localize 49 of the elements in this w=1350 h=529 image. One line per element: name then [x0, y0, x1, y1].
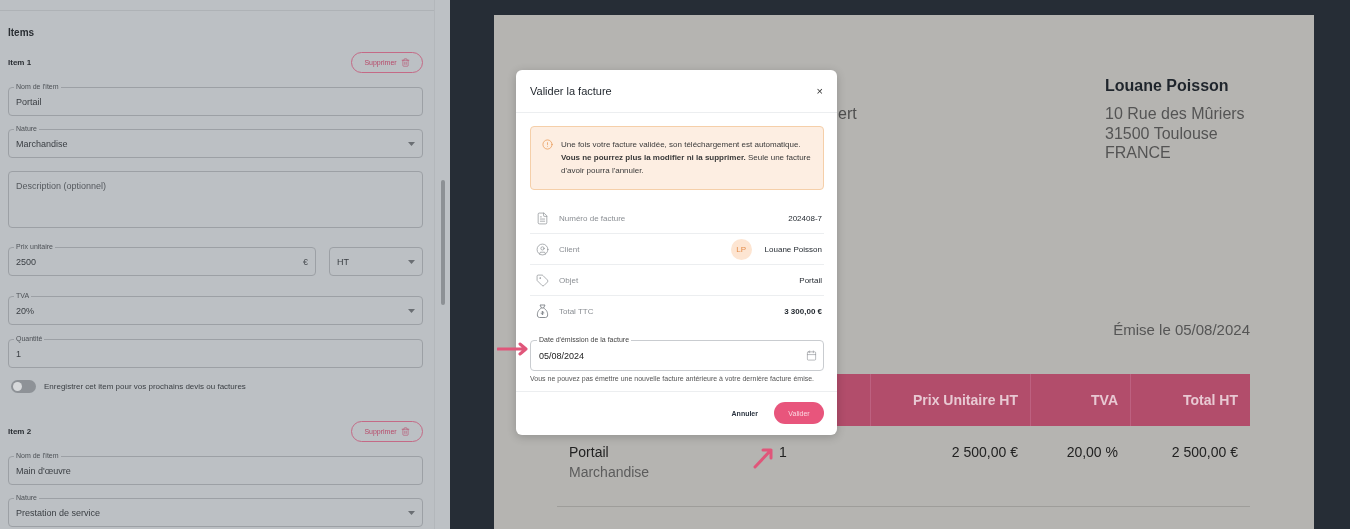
close-button[interactable]: × — [816, 85, 823, 97]
toggle-label: Enregistrer cet item pour vos prochains devis ou factures — [44, 382, 246, 391]
column-header: TVA — [1030, 373, 1130, 426]
item-title: Item 1 — [8, 58, 32, 67]
user-icon — [536, 242, 549, 256]
detail-value: 202408-7 — [788, 213, 822, 223]
section-title: Items — [8, 27, 36, 38]
item-name: Portail — [569, 443, 610, 460]
trash-icon — [400, 427, 410, 436]
caret-icon — [408, 308, 416, 313]
scrollbar-thumb[interactable] — [440, 180, 445, 305]
caret-icon — [408, 141, 416, 146]
detail-label: Client — [559, 244, 581, 254]
client-name: Louane Poisson — [1105, 77, 1230, 95]
toggle-switch[interactable] — [11, 380, 36, 393]
sender-text: ert — [838, 105, 857, 124]
detail-label: Total TTC — [559, 306, 595, 316]
detail-label: Objet — [559, 275, 580, 285]
document-icon — [536, 211, 549, 225]
issue-date: Émise le 05/08/2024 — [1113, 320, 1250, 338]
unit-select[interactable]: HT — [329, 247, 424, 276]
column-header: Prix Unitaire HT — [870, 373, 1030, 426]
address-line: 10 Rue des Mûriers — [1105, 104, 1246, 124]
address-line: 31500 Toulouse — [1105, 123, 1219, 143]
caret-icon — [408, 259, 416, 264]
arrow-icon — [752, 446, 774, 470]
money-bag-icon — [536, 304, 549, 318]
client-avatar: LP — [730, 238, 752, 260]
table-cell: 1 — [779, 443, 787, 460]
table-cell-text: 20,00 % — [1065, 443, 1119, 462]
dialog-title: Valider la facture — [530, 85, 612, 97]
euro-suffix: € — [303, 256, 309, 267]
detail-label: Numéro de facture — [559, 213, 627, 223]
item-title: Item 2 — [8, 427, 32, 436]
detail-value: Portail — [799, 275, 822, 285]
calendar-icon[interactable] — [806, 350, 817, 361]
detail-value: 3 300,00 € — [784, 306, 822, 316]
alert-icon — [542, 139, 553, 150]
item-nature: Marchandise — [569, 463, 651, 480]
address-line: FRANCE — [1105, 143, 1172, 163]
table-cell-text: 2 500,00 € — [1170, 443, 1239, 462]
trash-icon — [400, 58, 410, 67]
tag-icon — [536, 273, 549, 287]
alert-text: Une fois votre facture validée, son téléchargement est automatique. Vous ne pourrez plus la modifier ni la supprimer. Seule une facture d'avoir pourra l'annuler. — [561, 139, 812, 177]
table-cell-text: 2 500,00 € — [950, 443, 1019, 462]
caret-icon — [408, 510, 416, 515]
description-field[interactable]: Description (optionnel) — [8, 171, 424, 228]
detail-value: Louane Poisson — [764, 244, 822, 254]
column-header: Total HT — [1130, 373, 1250, 426]
